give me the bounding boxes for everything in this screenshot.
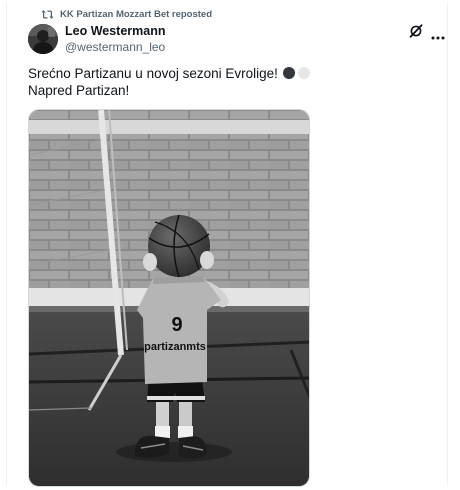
author-handle[interactable]: @westermann_leo: [65, 40, 166, 55]
tweet-line-1-text: Srećno Partizanu u novoj sezoni Evrolige…: [28, 66, 278, 81]
jersey-number: 9: [171, 314, 182, 336]
tweet-card[interactable]: KK Partizan Mozzart Bet reposted Leo Wes…: [6, 2, 448, 487]
grok-icon[interactable]: [409, 24, 423, 38]
repost-icon: [41, 9, 54, 20]
more-options-icon[interactable]: [431, 28, 445, 40]
tweet-line-1: Srećno Partizanu u novoj sezoni Evrolige…: [28, 65, 428, 82]
black-circle-emoji: [282, 67, 295, 79]
jersey-sponsor-text: partizanmts: [144, 341, 206, 353]
avatar[interactable]: [28, 24, 58, 54]
repost-context[interactable]: KK Partizan Mozzart Bet reposted: [41, 8, 212, 20]
tweet-line-2: Napred Partizan!: [28, 83, 130, 98]
repost-label: KK Partizan Mozzart Bet reposted: [60, 8, 213, 20]
author-name[interactable]: Leo Westermann: [65, 24, 166, 39]
white-circle-emoji: [297, 67, 310, 79]
tweet-text: Srećno Partizanu u novoj sezoni Evrolige…: [28, 65, 428, 99]
author-info: Leo Westermann @westermann_leo: [65, 24, 166, 55]
tweet-photo[interactable]: 9 partizanmts: [28, 109, 310, 487]
